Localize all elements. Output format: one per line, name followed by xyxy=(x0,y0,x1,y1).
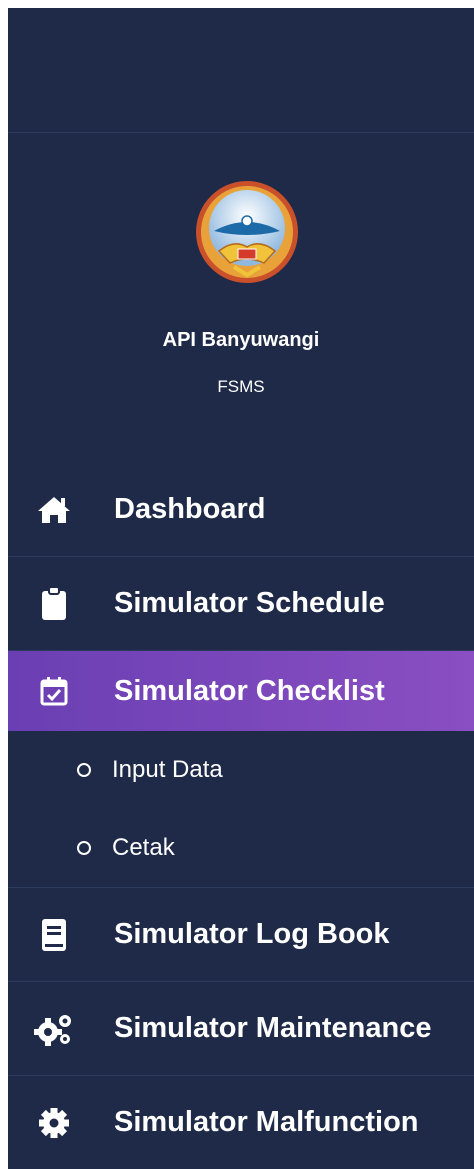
gear-icon xyxy=(34,1103,74,1143)
sidebar-item-simulator-schedule[interactable]: Simulator Schedule xyxy=(8,557,474,651)
sidebar-item-label: Dashboard xyxy=(114,493,266,525)
sidebar-menu: Dashboard Simulator Schedule Simulator C… xyxy=(8,463,474,1169)
sidebar-item-simulator-checklist[interactable]: Simulator Checklist xyxy=(8,651,474,731)
clipboard-icon xyxy=(34,584,74,624)
cogs-icon xyxy=(34,1009,74,1049)
calendar-check-icon xyxy=(34,671,74,711)
sidebar-item-simulator-maintenance[interactable]: Simulator Maintenance xyxy=(8,982,474,1076)
app-name: FSMS xyxy=(217,377,265,396)
circle-icon xyxy=(77,763,91,777)
sidebar-topbar xyxy=(8,8,474,133)
organization-name: API Banyuwangi xyxy=(162,329,320,351)
profile-section: API Banyuwangi FSMS xyxy=(8,133,474,473)
circle-icon xyxy=(77,841,91,855)
book-icon xyxy=(34,915,74,955)
sidebar-item-label: Simulator Checklist xyxy=(114,674,385,707)
organization-logo xyxy=(196,181,298,283)
sidebar-item-label: Simulator Log Book xyxy=(114,918,390,950)
submenu-item-label: Input Data xyxy=(112,756,223,783)
home-icon xyxy=(34,490,74,530)
submenu-item-cetak[interactable]: Cetak xyxy=(8,809,474,888)
sidebar-item-dashboard[interactable]: Dashboard xyxy=(8,463,474,557)
submenu-item-label: Cetak xyxy=(112,834,175,861)
sidebar-item-label: Simulator Malfunction xyxy=(114,1106,419,1138)
sidebar-item-simulator-malfunction[interactable]: Simulator Malfunction xyxy=(8,1076,474,1169)
sidebar-item-label: Simulator Schedule xyxy=(114,587,385,619)
sidebar: API Banyuwangi FSMS Dashboard Simulator … xyxy=(8,8,474,1169)
sidebar-item-label: Simulator Maintenance xyxy=(114,1012,432,1044)
submenu-item-input-data[interactable]: Input Data xyxy=(8,731,474,809)
sidebar-item-simulator-log-book[interactable]: Simulator Log Book xyxy=(8,888,474,982)
